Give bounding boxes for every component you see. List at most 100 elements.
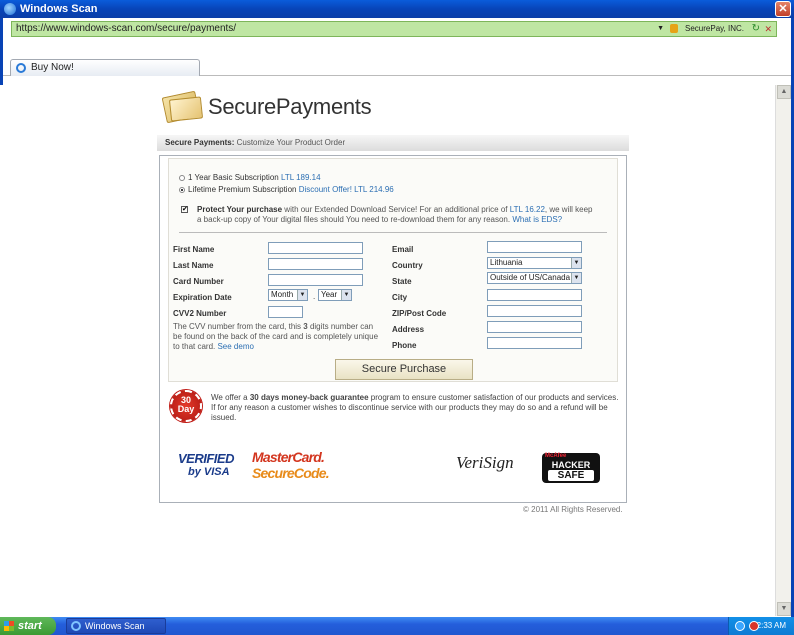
first-name-input[interactable] [268, 242, 363, 254]
taskbar-item-windows-scan[interactable]: Windows Scan [66, 618, 166, 634]
mastercard-securecode-logo: MasterCard. SecureCode. [252, 449, 342, 487]
hacker-line-1: HACKER [551, 460, 591, 470]
cvv2-label: CVV2 Number [173, 309, 227, 318]
taskbar: start Windows Scan 2:33 AM [0, 617, 794, 635]
refresh-icon[interactable]: ↻ [752, 22, 760, 36]
first-name-label: First Name [173, 245, 215, 254]
tab-buy-now[interactable]: Buy Now! [10, 59, 200, 76]
card-number-label: Card Number [173, 277, 224, 286]
scroll-up-icon[interactable]: ▲ [777, 85, 791, 99]
chevron-down-icon: ▼ [571, 258, 581, 268]
chevron-down-icon: ▼ [297, 290, 307, 300]
protect-bold: Protect Your purchase [197, 205, 283, 214]
seal-line-2: Day [177, 404, 195, 414]
see-demo-link[interactable]: See demo [217, 342, 253, 351]
option-lifetime[interactable]: Lifetime Premium Subscription Discount O… [179, 185, 394, 194]
date-separator: . [313, 292, 316, 301]
order-panel: 1 Year Basic Subscription LTL 189.14 Lif… [159, 155, 627, 503]
verified-by-visa-logo: VERIFIED by VISA [178, 451, 248, 489]
copyright-text: © 2011 All Rights Reserved. [523, 505, 623, 514]
card-number-input[interactable] [268, 274, 363, 286]
hacker-line-0: McAfee [545, 453, 567, 459]
month-select[interactable]: Month ▼ [268, 289, 308, 301]
hacker-line-2: SAFE [548, 470, 594, 481]
cvv-note-1: The CVV number from the card, this [173, 322, 304, 331]
city-input[interactable] [487, 289, 582, 301]
lock-icon [670, 24, 678, 33]
section-title-rest: Customize Your Product Order [236, 138, 346, 147]
year-select[interactable]: Year ▼ [318, 289, 352, 301]
tab-label: Buy Now! [31, 62, 74, 73]
last-name-label: Last Name [173, 261, 214, 270]
security-label[interactable]: SecurePay, INC. [685, 22, 744, 36]
country-select[interactable]: Lithuania ▼ [487, 257, 582, 269]
verisign-logo: VeriSign [456, 453, 514, 472]
chevron-down-icon: ▼ [571, 273, 581, 283]
option-lifetime-label: Lifetime Premium Subscription [188, 185, 297, 194]
option-basic-price: LTL 189.14 [280, 173, 321, 182]
country-value: Lithuania [490, 258, 523, 267]
stop-icon[interactable]: ✕ [764, 22, 772, 36]
app-icon [4, 3, 16, 15]
divider [179, 232, 607, 233]
browser-chrome: https://www.windows-scan.com/secure/paym… [0, 18, 794, 85]
guarantee-text: We offer a 30 days money-back guarantee … [211, 393, 619, 423]
last-name-input[interactable] [268, 258, 363, 270]
taskbar-item-label: Windows Scan [85, 621, 145, 631]
vertical-scrollbar[interactable]: ▲ ▼ [775, 85, 791, 616]
protect-text1: with our Extended Download Service! For … [282, 205, 510, 214]
ie-icon [71, 621, 81, 631]
email-input[interactable] [487, 241, 582, 253]
clock: 2:33 AM [756, 621, 786, 630]
address-bar[interactable]: https://www.windows-scan.com/secure/paym… [11, 21, 777, 37]
chevron-down-icon: ▼ [341, 290, 351, 300]
city-label: City [392, 293, 408, 302]
protect-price: LTL 16.22 [509, 205, 545, 214]
card-icon-front [168, 96, 204, 122]
address-dropdown-icon[interactable]: ▼ [657, 22, 664, 36]
address-label: Address [392, 325, 425, 334]
windows-flag-icon [4, 621, 14, 631]
secure-purchase-button[interactable]: Secure Purchase [335, 359, 473, 380]
protect-checkbox[interactable]: ✔ [181, 206, 188, 213]
eds-link[interactable]: What is EDS? [512, 215, 562, 224]
close-button[interactable]: ✕ [775, 1, 791, 17]
order-form-area: 1 Year Basic Subscription LTL 189.14 Lif… [168, 158, 618, 382]
browser-window: Windows Scan ✕ https://www.windows-scan.… [0, 0, 794, 635]
guarantee-seal-icon: 30 Day [170, 390, 204, 426]
start-label: start [18, 620, 42, 632]
secure-payments-logo: SecurePayments [160, 88, 372, 128]
seal-text: 30 Day [170, 396, 202, 414]
phone-label: Phone [392, 341, 417, 350]
radio-basic[interactable] [179, 174, 185, 181]
option-basic[interactable]: 1 Year Basic Subscription LTL 189.14 [179, 173, 321, 182]
guarantee-bold: 30 days money-back guarantee [249, 393, 369, 402]
phone-input[interactable] [487, 337, 582, 349]
security-alert-icon[interactable] [749, 621, 759, 631]
state-label: State [392, 277, 412, 286]
start-button[interactable]: start [0, 617, 56, 635]
cvv-note: The CVV number from the card, this 3 dig… [173, 322, 383, 352]
option-basic-label: 1 Year Basic Subscription [188, 173, 279, 182]
cvv2-input[interactable] [268, 306, 303, 318]
state-value: Outside of US/Canada [490, 273, 571, 282]
zip-input[interactable] [487, 305, 582, 317]
email-label: Email [392, 245, 414, 254]
visa-line-2: by VISA [188, 466, 230, 478]
title-bar: Windows Scan ✕ [0, 0, 794, 18]
system-tray: 2:33 AM [728, 617, 794, 635]
window-title: Windows Scan [20, 3, 98, 15]
url-text: https://www.windows-scan.com/secure/paym… [16, 23, 237, 34]
mc-line-2: SecureCode. [252, 465, 330, 481]
section-title-bold: Secure Payments: [165, 138, 235, 147]
network-icon[interactable] [735, 621, 745, 631]
ie-icon [16, 63, 26, 73]
section-title-bar: Secure Payments: Customize Your Product … [157, 135, 629, 151]
visa-line-1: VERIFIED [178, 451, 234, 466]
address-input[interactable] [487, 321, 582, 333]
state-select[interactable]: Outside of US/Canada ▼ [487, 272, 582, 284]
option-lifetime-price: Discount Offer! LTL 214.96 [298, 185, 394, 194]
radio-lifetime[interactable] [179, 186, 185, 193]
scroll-down-icon[interactable]: ▼ [777, 602, 791, 616]
mc-line-1: MasterCard. [252, 449, 325, 465]
